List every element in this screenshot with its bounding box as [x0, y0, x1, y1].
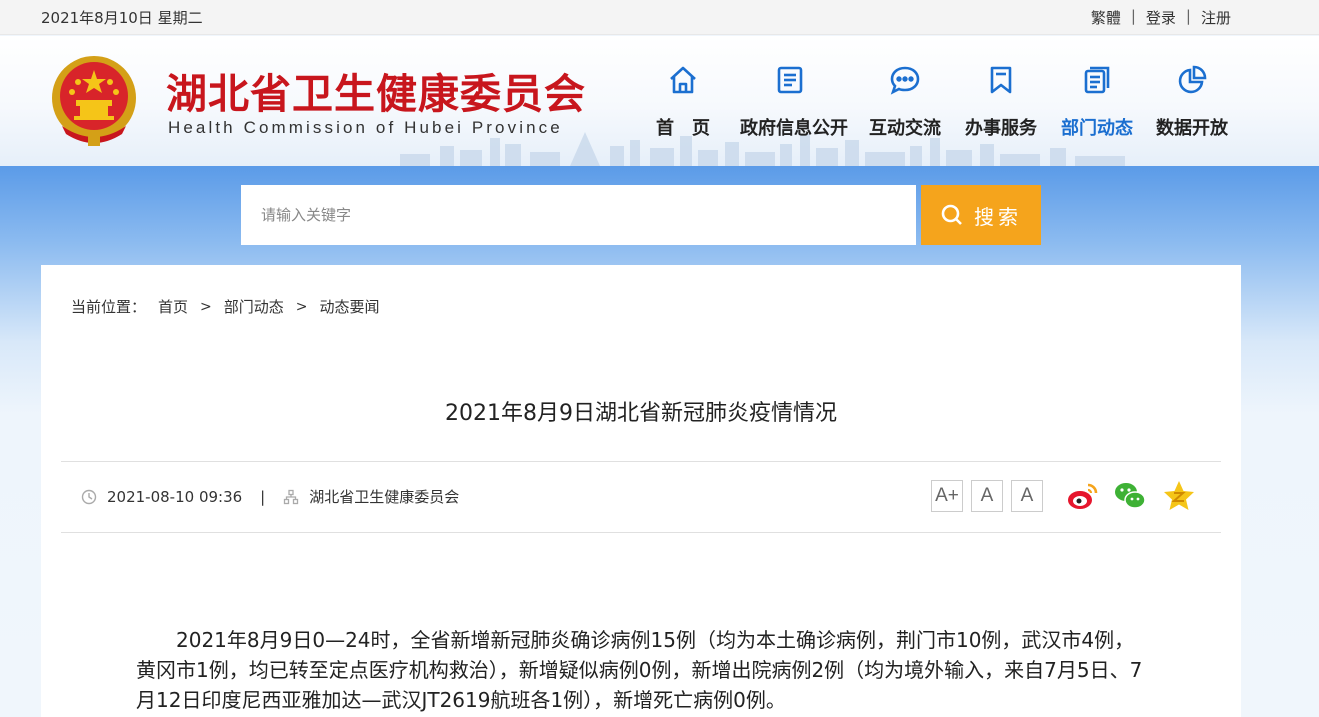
- current-date: 2021年8月10日 星期二: [41, 9, 203, 27]
- font-reset-button[interactable]: A: [1011, 480, 1043, 512]
- nav-label: 部门动态: [1061, 118, 1133, 139]
- title-divider: [61, 461, 1221, 462]
- font-size-tools: A+ A A: [931, 480, 1043, 512]
- traditional-chinese-link[interactable]: 繁體: [1091, 7, 1121, 28]
- breadcrumb-home[interactable]: 首页: [158, 296, 188, 317]
- nav-label: 政府信息公开: [740, 118, 848, 139]
- document-icon: [777, 66, 803, 94]
- article-source: 湖北省卫生健康委员会: [309, 488, 460, 506]
- nav-item-home[interactable]: 首 页: [633, 60, 733, 150]
- search-button[interactable]: 搜索: [921, 185, 1041, 245]
- article-meta: 2021-08-10 09:36 | 湖北省卫生健康委员会: [81, 486, 459, 507]
- article-title: 2021年8月9日湖北省新冠肺炎疫情情况: [445, 401, 837, 426]
- content-card: 当前位置： 首页 > 部门动态 > 动态要闻 2021年8月9日湖北省新冠肺炎疫…: [41, 265, 1241, 717]
- weibo-share-icon[interactable]: [1065, 479, 1099, 513]
- pie-chart-icon: [1178, 65, 1207, 94]
- site-title: 湖北省卫生健康委员会: [166, 70, 586, 118]
- search-button-label: 搜索: [974, 204, 1022, 229]
- publish-datetime: 2021-08-10 09:36: [107, 487, 243, 506]
- nav-label: 互动交流: [869, 118, 941, 139]
- site-subtitle: Health Commission of Hubei Province: [168, 118, 563, 137]
- font-decrease-button[interactable]: A: [971, 480, 1003, 512]
- clock-icon: [81, 489, 97, 504]
- breadcrumb: 当前位置： 首页 > 部门动态 > 动态要闻: [71, 296, 380, 317]
- breadcrumb-news-highlights[interactable]: 动态要闻: [320, 296, 380, 317]
- meta-separator: |: [260, 487, 266, 506]
- qzone-share-icon[interactable]: [1162, 479, 1196, 513]
- link-separator: |: [1185, 7, 1191, 25]
- search-input[interactable]: [241, 185, 916, 245]
- nav-label: 首 页: [656, 118, 710, 139]
- register-link[interactable]: 注册: [1201, 7, 1231, 28]
- wechat-share-icon[interactable]: [1113, 479, 1147, 513]
- nav-label: 数据开放: [1156, 118, 1228, 139]
- national-emblem-logo: [52, 56, 136, 146]
- meta-divider: [61, 532, 1221, 533]
- chat-icon: [890, 66, 920, 95]
- nav-item-interaction[interactable]: 互动交流: [855, 60, 955, 150]
- breadcrumb-prefix: 当前位置：: [71, 298, 147, 316]
- nav-item-open-data[interactable]: 数据开放: [1142, 60, 1242, 150]
- nav-item-gov-info[interactable]: 政府信息公开: [740, 60, 848, 150]
- font-increase-button[interactable]: A+: [931, 480, 963, 512]
- news-icon: [1084, 66, 1110, 94]
- organization-icon: [284, 489, 299, 504]
- breadcrumb-separator: >: [200, 298, 212, 315]
- search-icon: [941, 204, 962, 225]
- breadcrumb-separator: >: [295, 298, 308, 315]
- nav-item-services[interactable]: 办事服务: [951, 60, 1051, 150]
- article-body: 2021年8月9日0—24时，全省新增新冠肺炎确诊病例15例（均为本土确诊病例，…: [136, 628, 1143, 712]
- login-link[interactable]: 登录: [1146, 7, 1176, 28]
- top-bar: 2021年8月10日 星期二 繁體 | 登录 | 注册: [0, 0, 1319, 35]
- top-links: 繁體 | 登录 | 注册: [1091, 7, 1231, 28]
- nav-item-department-news[interactable]: 部门动态: [1047, 60, 1147, 150]
- site-header: 湖北省卫生健康委员会 Health Commission of Hubei Pr…: [0, 36, 1319, 166]
- home-icon: [670, 66, 696, 94]
- nav-label: 办事服务: [965, 118, 1037, 139]
- breadcrumb-department-news[interactable]: 部门动态: [224, 296, 284, 317]
- bookmark-icon: [990, 66, 1012, 94]
- link-separator: |: [1130, 7, 1136, 25]
